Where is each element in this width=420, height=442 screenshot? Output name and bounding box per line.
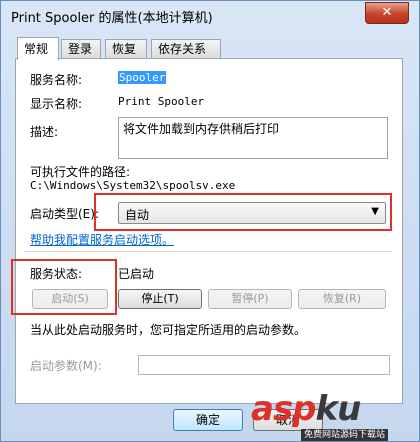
service-name-label: 服务名称: [30, 73, 83, 87]
tab-recovery-label: 恢复 [112, 42, 137, 56]
tab-recovery[interactable]: 恢复 [105, 39, 147, 58]
description-text: 将文件加载到内存供稍后打印 [123, 122, 280, 136]
watermark-logo: aspku [251, 389, 362, 429]
stop-button[interactable]: 停止(T) [118, 289, 202, 309]
startup-type-label: 启动类型(E): [30, 207, 99, 221]
pause-button[interactable]: 暂停(P) [208, 289, 292, 309]
display-name-value[interactable]: Print Spooler [118, 95, 204, 108]
tab-dependencies-label: 依存关系 [158, 42, 207, 56]
pause-button-label: 暂停(P) [231, 292, 269, 305]
watermark-brand-a: asp [251, 389, 317, 429]
resume-button[interactable]: 恢复(R) [298, 289, 386, 309]
tab-logon-label: 登录 [68, 42, 93, 56]
start-params-hint: 当从此处启动服务时，您可指定所适用的启动参数。 [30, 323, 307, 337]
watermark-subtitle: 免费网站源码下载站 [301, 429, 389, 441]
general-tab-panel: 服务名称: Spooler 显示名称: Print Spooler 描述: 将文… [15, 58, 403, 404]
window-title: Print Spooler 的属性(本地计算机) [11, 11, 213, 26]
startup-help-link[interactable]: 帮助我配置服务启动选项。 [30, 231, 174, 248]
tab-general-label: 常规 [24, 42, 49, 56]
close-button[interactable]: ✕ [365, 2, 409, 24]
start-params-input[interactable] [138, 355, 390, 375]
description-field[interactable]: 将文件加载到内存供稍后打印 [118, 117, 388, 159]
close-icon: ✕ [381, 5, 393, 20]
ok-button-label: 确定 [195, 413, 220, 427]
tab-logon[interactable]: 登录 [61, 39, 101, 58]
divider [24, 251, 392, 252]
service-name-value[interactable]: Spooler [118, 71, 167, 84]
watermark-brand-b: ku [315, 389, 362, 429]
resume-button-label: 恢复(R) [322, 292, 362, 305]
executable-path-label: 可执行文件的路径: [30, 165, 131, 179]
start-button-highlight [11, 259, 117, 315]
service-properties-window: Print Spooler 的属性(本地计算机) ✕ 常规 登录 恢复 依存关系… [0, 0, 420, 442]
title-bar[interactable]: Print Spooler 的属性(本地计算机) ✕ [1, 1, 419, 31]
startup-type-highlight [94, 193, 392, 231]
service-status-value: 已启动 [118, 267, 155, 281]
stop-button-label: 停止(T) [141, 292, 179, 305]
tab-general[interactable]: 常规 [17, 37, 59, 60]
ok-button[interactable]: 确定 [173, 409, 243, 431]
tab-dependencies[interactable]: 依存关系 [151, 39, 221, 58]
start-params-label: 启动参数(M): [30, 359, 102, 373]
description-label: 描述: [30, 125, 59, 139]
display-name-label: 显示名称: [30, 97, 83, 111]
executable-path-value[interactable]: C:\Windows\System32\spoolsv.exe [30, 179, 235, 192]
